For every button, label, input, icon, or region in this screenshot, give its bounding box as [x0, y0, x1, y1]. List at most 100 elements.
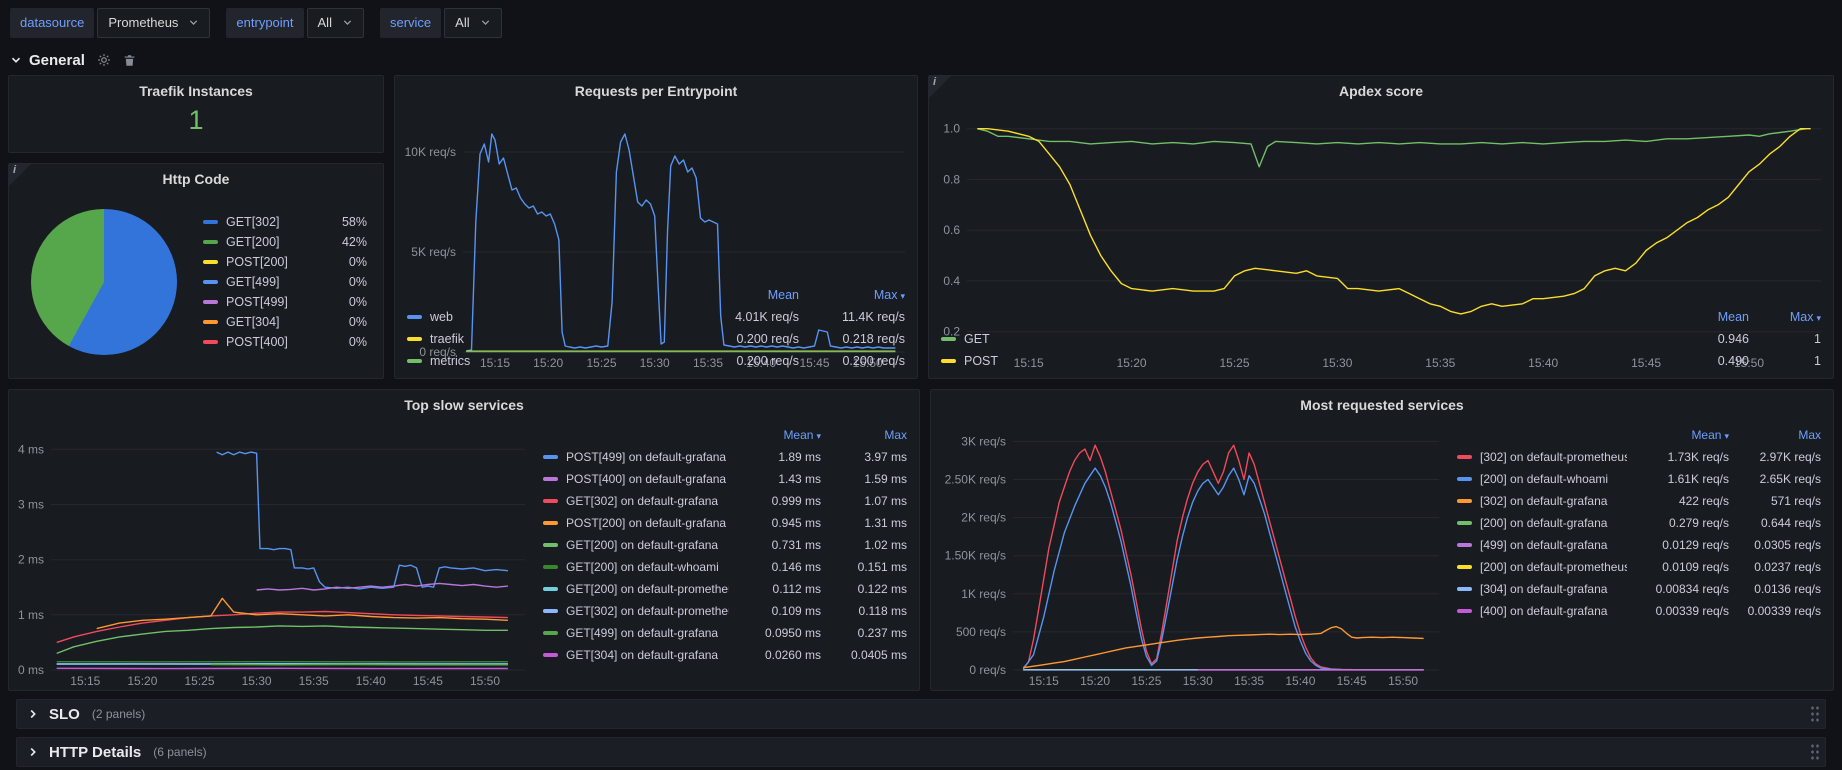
series-color-marker	[203, 240, 218, 244]
row-drag-handle[interactable]	[1809, 704, 1820, 724]
legend-series-row[interactable]: GET[200] on default-prometheus0.112 ms0.…	[543, 578, 907, 600]
legend-series-row[interactable]: [499] on default-grafana0.0129 req/s0.03…	[1457, 534, 1821, 556]
legend-series-row[interactable]: metrics0.200 req/s0.200 req/s	[407, 350, 905, 372]
panel-info-icon[interactable]: i	[929, 76, 951, 98]
legend-series-row[interactable]: [200] on default-grafana0.279 req/s0.644…	[1457, 512, 1821, 534]
legend-series-row[interactable]: POST0.4901	[941, 350, 1821, 372]
legend-series-row[interactable]: POST[200]0%	[203, 255, 367, 269]
series-color-marker	[1457, 543, 1472, 547]
legend-sort-mean[interactable]: Mean▾	[1627, 428, 1729, 442]
series-max-value: 1.59 ms	[821, 472, 907, 486]
legend-series-row[interactable]: [200] on default-prometheus0.0109 req/s0…	[1457, 556, 1821, 578]
variable-label-service: service	[380, 8, 441, 38]
legend-series-row[interactable]: [302] on default-grafana422 req/s571 req…	[1457, 490, 1821, 512]
row-general-toggle[interactable]: General	[10, 52, 85, 69]
legend-series-row[interactable]: GET[200] on default-whoami0.146 ms0.151 …	[543, 556, 907, 578]
series-name: GET	[964, 332, 990, 346]
series-mean-value: 1.43 ms	[729, 472, 821, 486]
legend-series-row[interactable]: POST[400] on default-grafana1.43 ms1.59 …	[543, 468, 907, 490]
sort-caret-icon: ▾	[900, 291, 905, 301]
legend-series-row[interactable]: web4.01K req/s11.4K req/s	[407, 306, 905, 328]
legend-series-row[interactable]: GET[499]0%	[203, 275, 367, 289]
legend-series-row[interactable]: GET[302] on default-prometheus0.109 ms0.…	[543, 600, 907, 622]
legend-sort-max[interactable]: Max	[821, 428, 907, 442]
apdex-legend: MeanMax▾GET0.9461POST0.4901	[929, 306, 1833, 378]
legend-sort-max[interactable]: Max▾	[799, 288, 905, 302]
pie-chart[interactable]	[31, 209, 177, 355]
panel-title[interactable]: Traefik Instances	[9, 76, 383, 106]
apdex-chart[interactable]: 0.20.40.60.81.015:1515:2015:2515:3015:35…	[929, 106, 1833, 306]
legend-series-row[interactable]: GET[200] on default-grafana0.731 ms1.02 …	[543, 534, 907, 556]
row-slo[interactable]: SLO (2 panels)	[16, 699, 1826, 729]
variable-entrypoint: entrypoint All	[226, 8, 364, 38]
legend-series-row[interactable]: GET0.9461	[941, 328, 1821, 350]
series-max-value: 0.00339 req/s	[1729, 604, 1821, 618]
series-color-marker	[203, 280, 218, 284]
legend-series-row[interactable]: GET[304]0%	[203, 315, 367, 329]
variable-picker-datasource[interactable]: Prometheus	[97, 8, 210, 38]
series-name: [200] on default-prometheus	[1480, 560, 1627, 574]
variable-datasource: datasource Prometheus	[10, 8, 210, 38]
pie-chart-area: GET[302]58% GET[200]42% POST[200]0% GET[499…	[9, 194, 383, 378]
requests-chart[interactable]: 0 req/s5K req/s10K req/s15:1515:2015:251…	[395, 106, 917, 284]
panel-title[interactable]: Apdex score	[929, 76, 1833, 106]
legend-series-row[interactable]: GET[304] on default-grafana0.0260 ms0.04…	[543, 644, 907, 666]
chevron-right-icon	[27, 746, 39, 758]
legend-series-row[interactable]: GET[302] on default-grafana0.999 ms1.07 …	[543, 490, 907, 512]
row-http-details[interactable]: HTTP Details (6 panels)	[16, 737, 1826, 767]
variable-value: All	[455, 15, 469, 30]
legend-sort-max[interactable]: Max	[1729, 428, 1821, 442]
legend-series-row[interactable]: [200] on default-whoami1.61K req/s2.65K …	[1457, 468, 1821, 490]
top-slow-chart[interactable]: 0 ms1 ms2 ms3 ms4 ms15:1515:2015:2515:30…	[9, 420, 537, 690]
panel-title[interactable]: Top slow services	[9, 390, 919, 420]
series-percent: 0%	[349, 255, 367, 269]
legend-series-row[interactable]: traefik0.200 req/s0.218 req/s	[407, 328, 905, 350]
variable-picker-entrypoint[interactable]: All	[307, 8, 364, 38]
series-percent: 0%	[349, 335, 367, 349]
legend-sort-mean[interactable]: Mean▾	[729, 428, 821, 442]
legend-sort-max[interactable]: Max▾	[1749, 310, 1821, 324]
series-mean-value: 0.0260 ms	[729, 648, 821, 662]
legend-series-row[interactable]: GET[499] on default-grafana0.0950 ms0.23…	[543, 622, 907, 644]
variable-picker-service[interactable]: All	[444, 8, 501, 38]
legend-series-row[interactable]: [302] on default-prometheus1.73K req/s2.…	[1457, 446, 1821, 468]
svg-text:2.50K req/s: 2.50K req/s	[945, 473, 1006, 487]
svg-text:15:20: 15:20	[1080, 674, 1110, 688]
legend-series-row[interactable]: GET[200]42%	[203, 235, 367, 249]
svg-text:1.0: 1.0	[943, 122, 960, 136]
svg-text:1K req/s: 1K req/s	[961, 587, 1006, 601]
series-max-value: 0.644 req/s	[1729, 516, 1821, 530]
legend-series-row[interactable]: POST[499] on default-grafana1.89 ms3.97 …	[543, 446, 907, 468]
svg-text:15:40: 15:40	[1285, 674, 1315, 688]
legend-series-row[interactable]: POST[400]0%	[203, 335, 367, 349]
legend-sort-mean[interactable]: Mean	[1659, 310, 1749, 324]
legend-series-row[interactable]: [304] on default-grafana0.00834 req/s0.0…	[1457, 578, 1821, 600]
row-delete-button[interactable]	[123, 54, 136, 67]
series-mean-value: 0.490	[1659, 354, 1749, 368]
panel-title[interactable]: Requests per Entrypoint	[395, 76, 917, 106]
series-color-marker	[1457, 609, 1472, 613]
panel-title[interactable]: Most requested services	[931, 390, 1833, 420]
svg-text:10K req/s: 10K req/s	[405, 145, 456, 159]
panel-title[interactable]: Http Code	[9, 164, 383, 194]
series-mean-value: 0.00834 req/s	[1627, 582, 1729, 596]
row-drag-handle[interactable]	[1809, 742, 1820, 762]
sort-caret-icon: ▾	[1816, 313, 1821, 323]
series-name: POST	[964, 354, 998, 368]
legend-series-row[interactable]: POST[499]0%	[203, 295, 367, 309]
legend-series-row[interactable]: GET[302]58%	[203, 215, 367, 229]
legend-sort-mean[interactable]: Mean	[687, 288, 799, 302]
legend-series-row[interactable]: POST[200] on default-grafana0.945 ms1.31…	[543, 512, 907, 534]
row-settings-button[interactable]	[97, 53, 111, 67]
series-color-marker	[203, 320, 218, 324]
variable-value: Prometheus	[108, 15, 178, 30]
series-color-marker	[203, 340, 218, 344]
chart-plot-area[interactable]: 0 ms1 ms2 ms3 ms4 ms15:1515:2015:2515:30…	[9, 420, 537, 690]
legend-series-row[interactable]: [400] on default-grafana0.00339 req/s0.0…	[1457, 600, 1821, 622]
panel-info-icon[interactable]: i	[9, 164, 31, 186]
series-color-marker	[543, 653, 558, 657]
most-requested-chart[interactable]: 0 req/s500 req/s1K req/s1.50K req/s2K re…	[931, 420, 1451, 690]
series-name: POST[400] on default-grafana	[566, 472, 726, 486]
series-mean-value: 0.200 req/s	[687, 354, 799, 368]
chart-plot-area[interactable]: 0 req/s500 req/s1K req/s1.50K req/s2K re…	[931, 420, 1451, 690]
